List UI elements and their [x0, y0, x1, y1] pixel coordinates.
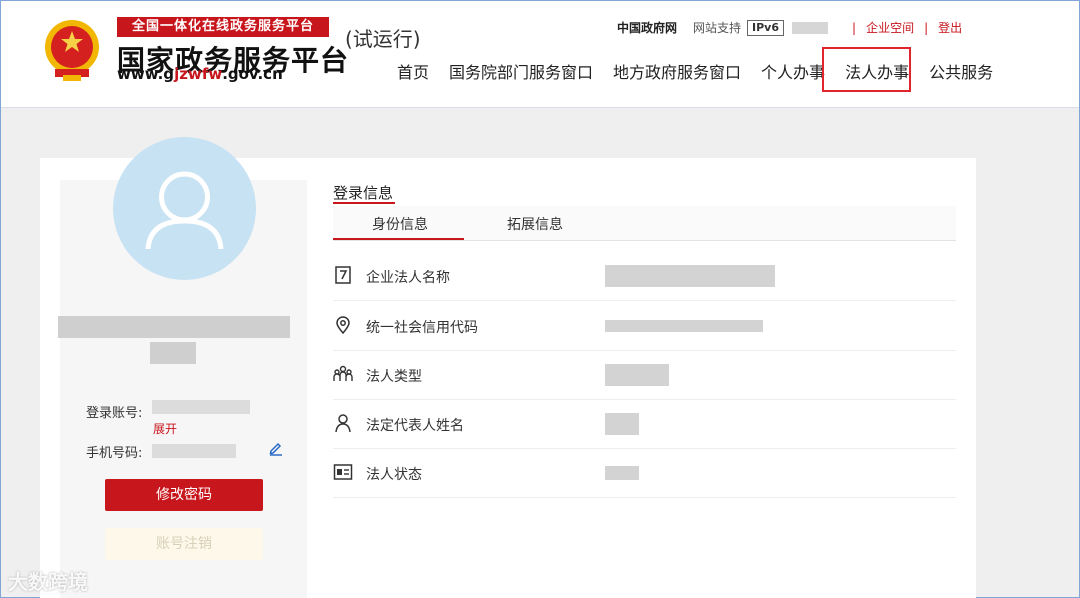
document-icon — [335, 266, 351, 284]
top-utility-bar: 中国政府网 网站支持 IPv6 | 企业空间 | 登出 — [617, 19, 962, 36]
section-title: 登录信息 — [333, 184, 394, 202]
info-row-company-name: 企业法人名称 — [333, 251, 956, 301]
location-pin-icon — [336, 316, 350, 335]
platform-banner: 全国一体化在线政务服务平台 — [117, 17, 329, 37]
row-label: 法人类型 — [366, 369, 422, 385]
row-label: 统一社会信用代码 — [366, 320, 478, 336]
redacted-value — [605, 466, 639, 480]
tab-extended-info[interactable]: 拓展信息 — [507, 214, 563, 234]
person-icon — [335, 414, 351, 433]
login-account-label: 登录账号: — [86, 406, 143, 421]
ipv6-badge: IPv6 — [747, 19, 785, 36]
site-url: www.gjzwfw.gov.cn — [117, 65, 283, 83]
redacted-company-name — [150, 342, 196, 364]
nav-state-council-window[interactable]: 国务院部门服务窗口 — [449, 59, 593, 83]
gov-net-link[interactable]: 中国政府网 — [617, 19, 677, 36]
highlight-box — [822, 47, 911, 92]
redacted-phone — [152, 444, 236, 458]
redacted-value — [605, 364, 669, 386]
separator: | — [924, 20, 929, 35]
redacted-value — [605, 413, 639, 435]
redacted-value — [605, 320, 763, 332]
redacted-company-name — [58, 316, 290, 338]
user-avatar-icon — [113, 137, 256, 280]
row-label: 法定代表人姓名 — [366, 418, 464, 434]
redacted-username — [792, 21, 829, 34]
nav-personal-services[interactable]: 个人办事 — [761, 59, 825, 83]
id-card-icon — [333, 464, 353, 480]
expand-link[interactable]: 展开 — [153, 420, 177, 437]
logout-link[interactable]: 登出 — [938, 19, 962, 36]
people-group-icon — [333, 365, 353, 381]
site-header: 全国一体化在线政务服务平台 国家政务服务平台 www.gjzwfw.gov.cn… — [1, 1, 1079, 108]
separator: | — [852, 20, 857, 35]
cancel-account-button[interactable]: 账号注销 — [105, 528, 263, 560]
redacted-account — [152, 400, 250, 414]
info-row-legal-type: 法人类型 — [333, 350, 956, 400]
info-row-legal-status: 法人状态 — [333, 448, 956, 498]
tab-identity-info[interactable]: 身份信息 — [372, 214, 428, 234]
redacted-value — [605, 265, 775, 287]
site-support-label: 网站支持 — [693, 21, 742, 35]
active-tab-indicator — [333, 238, 464, 240]
row-label: 法人状态 — [366, 467, 422, 483]
info-row-legal-rep: 法定代表人姓名 — [333, 399, 956, 449]
info-row-credit-code: 统一社会信用代码 — [333, 301, 956, 351]
nav-local-gov-window[interactable]: 地方政府服务窗口 — [613, 59, 741, 83]
change-password-button[interactable]: 修改密码 — [105, 479, 263, 511]
national-emblem-icon[interactable] — [41, 17, 103, 83]
nav-home[interactable]: 首页 — [397, 59, 429, 83]
nav-public-services[interactable]: 公共服务 — [929, 59, 993, 83]
enterprise-space-link[interactable]: 企业空间 — [866, 19, 914, 36]
watermark: 大数跨境 — [8, 570, 88, 594]
phone-label: 手机号码: — [86, 446, 143, 461]
pencil-icon[interactable] — [268, 440, 284, 456]
main-nav: 首页 国务院部门服务窗口 地方政府服务窗口 个人办事 法人办事 公共服务 — [397, 59, 1013, 83]
trial-label: (试运行) — [345, 27, 421, 51]
section-title-underline — [333, 202, 395, 204]
row-label: 企业法人名称 — [366, 270, 450, 286]
